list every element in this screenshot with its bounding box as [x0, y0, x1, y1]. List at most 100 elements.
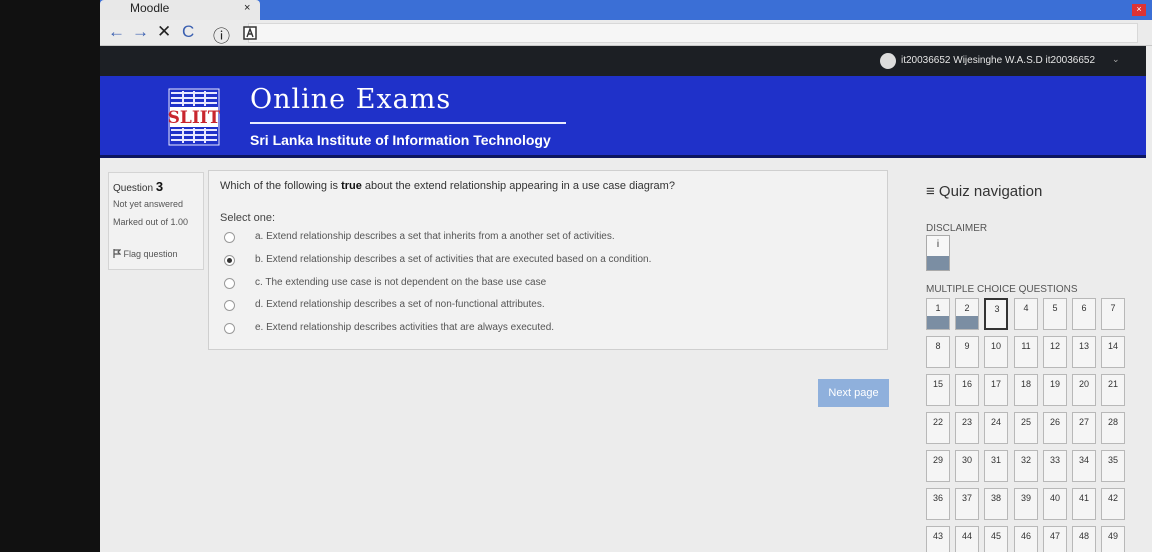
question-nav-button[interactable]: 39	[1014, 488, 1038, 520]
user-avatar[interactable]	[880, 53, 896, 69]
question-nav-button[interactable]: 10	[984, 336, 1008, 368]
question-nav-button[interactable]: 8	[926, 336, 950, 368]
answer-option-label: a. Extend relationship describes a set t…	[255, 231, 615, 242]
question-nav-button[interactable]: 19	[1043, 374, 1067, 406]
question-nav-button[interactable]: 4	[1014, 298, 1038, 330]
radio-selected[interactable]	[224, 255, 235, 266]
question-nav-button[interactable]: 35	[1101, 450, 1125, 482]
forward-arrow-icon[interactable]: →	[132, 22, 149, 42]
question-nav-number: 10	[990, 341, 1001, 351]
flag-question-link[interactable]: Flag question	[113, 249, 178, 259]
question-nav-button[interactable]: 37	[955, 488, 979, 520]
question-nav-button[interactable]: 49	[1101, 526, 1125, 552]
mcq-section-label: MULTIPLE CHOICE QUESTIONS	[926, 284, 1078, 295]
radio-button[interactable]	[224, 323, 235, 334]
question-nav-number: 8	[935, 341, 941, 351]
question-nav-button[interactable]: 29	[926, 450, 950, 482]
question-nav-button[interactable]: 30	[955, 450, 979, 482]
answer-option-label: b. Extend relationship describes a set o…	[255, 254, 652, 265]
question-nav-button[interactable]: 26	[1043, 412, 1067, 444]
question-nav-button[interactable]: 21	[1101, 374, 1125, 406]
question-nav-button[interactable]: 9	[955, 336, 979, 368]
question-nav-button[interactable]: 23	[955, 412, 979, 444]
question-nav-button[interactable]: 14	[1101, 336, 1125, 368]
question-nav-number: 48	[1078, 531, 1089, 541]
radio-button[interactable]	[224, 278, 235, 289]
question-nav-button[interactable]: 18	[1014, 374, 1038, 406]
question-nav-button[interactable]: 24	[984, 412, 1008, 444]
question-nav-button[interactable]: 46	[1014, 526, 1038, 552]
question-nav-number: 49	[1107, 531, 1118, 541]
question-nav-button[interactable]: 41	[1072, 488, 1096, 520]
question-nav-button[interactable]: 33	[1043, 450, 1067, 482]
question-nav-button[interactable]: 38	[984, 488, 1008, 520]
question-nav-number: 37	[961, 493, 972, 503]
question-nav-button[interactable]: 42	[1101, 488, 1125, 520]
question-nav-button[interactable]: 28	[1101, 412, 1125, 444]
next-page-button[interactable]: Next page	[818, 379, 889, 407]
question-nav-button[interactable]: 44	[955, 526, 979, 552]
question-nav-button[interactable]: 12	[1043, 336, 1067, 368]
answer-option-label: d. Extend relationship describes a set o…	[255, 299, 545, 310]
reload-icon[interactable]: C	[182, 22, 194, 42]
question-nav-button[interactable]: 2	[955, 298, 979, 330]
user-menu[interactable]: it20036652 Wijesinghe W.A.S.D it20036652	[901, 55, 1095, 66]
question-nav-number: 41	[1078, 493, 1089, 503]
question-nav-number: 39	[1020, 493, 1031, 503]
question-status: Not yet answered	[113, 199, 184, 209]
question-nav-button[interactable]: 36	[926, 488, 950, 520]
window-close-icon[interactable]: ×	[1132, 4, 1146, 16]
question-nav-button[interactable]: 40	[1043, 488, 1067, 520]
tab-close-icon[interactable]: ×	[244, 2, 250, 14]
question-nav-button[interactable]: 11	[1014, 336, 1038, 368]
question-nav-button[interactable]: 15	[926, 374, 950, 406]
question-nav-number: 24	[990, 417, 1001, 427]
question-nav-button[interactable]: 45	[984, 526, 1008, 552]
question-text-emphasis: true	[341, 180, 362, 192]
question-nav-number: 27	[1078, 417, 1089, 427]
flag-question-label: Flag question	[123, 249, 178, 259]
svg-text:SLIIT: SLIIT	[168, 108, 220, 128]
question-nav-number: 6	[1081, 303, 1087, 313]
question-nav-button[interactable]: 16	[955, 374, 979, 406]
browser-tab[interactable]: Moodle ×	[100, 0, 260, 20]
question-nav-button[interactable]: 27	[1072, 412, 1096, 444]
question-nav-button[interactable]: 43	[926, 526, 950, 552]
sliit-logo: SLIIT	[168, 88, 220, 146]
question-nav-button[interactable]: 48	[1072, 526, 1096, 552]
disclaimer-button[interactable]: i	[926, 235, 950, 271]
question-nav-number: 34	[1078, 455, 1089, 465]
question-nav-button[interactable]: 20	[1072, 374, 1096, 406]
question-nav-number: 45	[990, 531, 1001, 541]
info-icon[interactable]: ⓘ	[213, 22, 230, 47]
radio-button[interactable]	[224, 300, 235, 311]
question-text-part: about the extend relationship appearing …	[361, 180, 675, 192]
question-nav-button[interactable]: 13	[1072, 336, 1096, 368]
question-label: Question	[113, 183, 154, 194]
question-nav-button[interactable]: 32	[1014, 450, 1038, 482]
disclaimer-status-fill	[927, 256, 949, 270]
address-bar[interactable]	[243, 23, 1138, 43]
question-nav-button[interactable]: 25	[1014, 412, 1038, 444]
question-nav-button[interactable]: 22	[926, 412, 950, 444]
question-nav-number: 25	[1020, 417, 1031, 427]
radio-button[interactable]	[224, 232, 235, 243]
question-nav-number: 22	[932, 417, 943, 427]
question-number-label: Question 3	[113, 179, 163, 194]
question-nav-number: 29	[932, 455, 943, 465]
question-nav-button[interactable]: 5	[1043, 298, 1067, 330]
question-nav-button[interactable]: 1	[926, 298, 950, 330]
question-nav-number: 40	[1049, 493, 1060, 503]
question-nav-button[interactable]: 34	[1072, 450, 1096, 482]
question-nav-button[interactable]: 31	[984, 450, 1008, 482]
question-nav-number: 42	[1107, 493, 1118, 503]
chevron-down-icon[interactable]: ⌄	[1112, 54, 1120, 65]
question-nav-button[interactable]: 6	[1072, 298, 1096, 330]
question-nav-button[interactable]: 47	[1043, 526, 1067, 552]
stop-icon[interactable]: ✕	[157, 22, 171, 42]
question-nav-button[interactable]: 3	[984, 298, 1008, 330]
question-nav-number: 4	[1023, 303, 1029, 313]
question-nav-button[interactable]: 7	[1101, 298, 1125, 330]
back-arrow-icon[interactable]: ←	[108, 22, 125, 42]
question-nav-button[interactable]: 17	[984, 374, 1008, 406]
